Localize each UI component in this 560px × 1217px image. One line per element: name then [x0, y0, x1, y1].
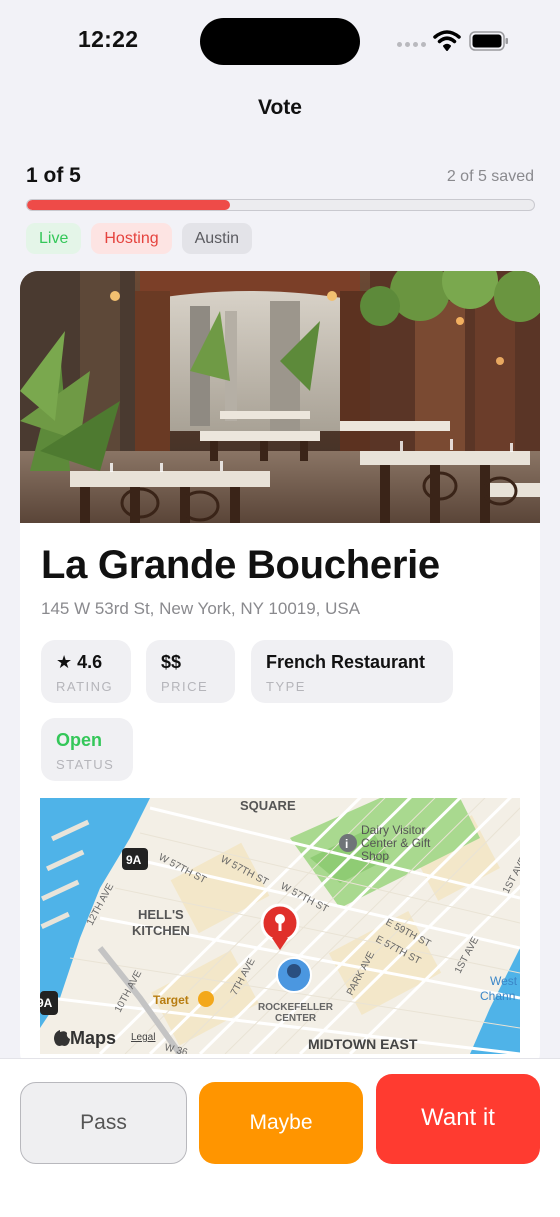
map-label-route-9a: 9A	[126, 853, 142, 867]
restaurant-photo	[20, 271, 540, 523]
maybe-button[interactable]: Maybe	[199, 1082, 363, 1164]
rating-value: ★ 4.6	[56, 652, 103, 672]
status-bar: 12:22	[0, 0, 560, 84]
status-label: STATUS	[56, 757, 115, 772]
pass-button[interactable]: Pass	[20, 1082, 187, 1164]
restaurant-card[interactable]: La Grande Boucherie 145 W 53rd St, New Y…	[20, 271, 540, 1071]
city-badge: Austin	[181, 223, 253, 254]
price-label: PRICE	[161, 679, 209, 694]
map-label-hells-1: HELL'S	[138, 907, 184, 922]
progress-count: 1 of 5	[26, 164, 81, 187]
dynamic-island	[200, 18, 360, 65]
want-it-button[interactable]: Want it	[376, 1074, 540, 1164]
status-stat: Open STATUS	[41, 718, 133, 781]
type-label: TYPE	[266, 679, 306, 694]
rating-stat: ★ 4.6 RATING	[41, 640, 131, 703]
price-value: $$	[161, 652, 182, 672]
map-label-rock-2: CENTER	[275, 1013, 317, 1024]
status-time: 12:22	[78, 26, 139, 52]
battery-icon	[469, 31, 508, 51]
map-label-dairy-3: Shop	[361, 849, 389, 863]
svg-text:i: i	[345, 837, 348, 851]
restaurant-name: La Grande Boucherie	[41, 543, 440, 587]
map-label-hells-2: KITCHEN	[132, 923, 190, 938]
map-label-dairy-2: Center & Gift	[361, 836, 431, 850]
rating-label: RATING	[56, 679, 114, 694]
progress-fill	[27, 200, 230, 210]
status-chips: Live Hosting Austin	[26, 223, 253, 254]
map-label-midtown: MIDTOWN EAST	[308, 1036, 418, 1052]
page-title: Vote	[258, 96, 302, 119]
signal-icon	[397, 42, 426, 47]
hosting-badge: Hosting	[91, 223, 172, 254]
location-map[interactable]: SQUARE 9A 9A i Dairy Visitor Center & Gi…	[40, 798, 520, 1054]
svg-text:9A: 9A	[40, 996, 53, 1010]
type-value: French Restaurant	[266, 652, 426, 672]
legal-link[interactable]: Legal	[131, 1032, 155, 1043]
maps-label: Maps	[70, 1028, 116, 1048]
map-label-chann: Chann	[480, 989, 515, 1003]
map-label-rock-1: ROCKEFELLER	[258, 1002, 334, 1013]
wifi-icon	[433, 30, 461, 51]
restaurant-address: 145 W 53rd St, New York, NY 10019, USA	[41, 599, 361, 618]
price-stat: $$ PRICE	[146, 640, 235, 703]
status-value: Open	[56, 730, 103, 750]
live-badge: Live	[26, 223, 82, 254]
map-label-dairy-1: Dairy Visitor	[361, 823, 425, 837]
map-label-target: Target	[153, 993, 189, 1007]
type-stat: French Restaurant TYPE	[251, 640, 453, 703]
saved-count: 2 of 5 saved	[446, 168, 534, 185]
map-label-square: SQUARE	[240, 798, 296, 813]
progress-bar	[26, 199, 535, 211]
map-label-west: West	[490, 974, 518, 988]
